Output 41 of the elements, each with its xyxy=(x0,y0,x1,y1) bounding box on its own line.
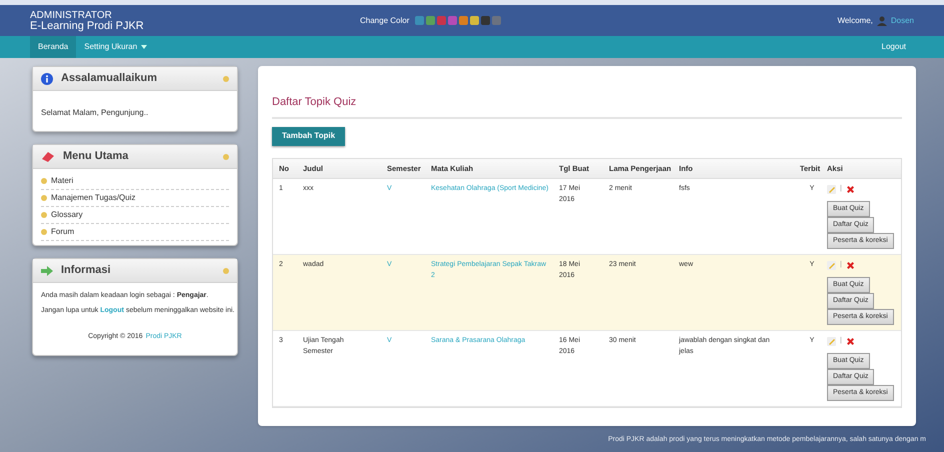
bullet-icon xyxy=(223,154,229,160)
edit-icon[interactable] xyxy=(827,261,836,270)
eraser-icon xyxy=(41,150,55,162)
color-swatch[interactable] xyxy=(481,16,490,25)
bullet-icon xyxy=(223,268,229,274)
color-swatch[interactable] xyxy=(415,16,424,25)
arrow-icon xyxy=(41,266,53,276)
menu-item[interactable]: Glossary xyxy=(51,209,83,221)
page-title: Daftar Topik Quiz xyxy=(272,94,902,118)
panel-title: Menu Utama xyxy=(63,149,130,164)
color-swatch[interactable] xyxy=(426,16,436,25)
color-swatch[interactable] xyxy=(470,16,480,25)
menu-item[interactable]: Manajemen Tugas/Quiz xyxy=(51,192,136,204)
edit-icon[interactable] xyxy=(827,185,836,194)
color-swatch[interactable] xyxy=(492,16,502,25)
user-link[interactable]: Dosen xyxy=(890,14,914,26)
greeting-text: Selamat Malam, Pengunjung.. xyxy=(41,108,148,117)
add-topic-button[interactable]: Tambah Topik xyxy=(272,126,346,146)
bullet-icon xyxy=(41,178,47,184)
change-color-label: Change Color xyxy=(360,14,410,26)
bullet-icon xyxy=(41,195,47,201)
color-swatch[interactable] xyxy=(448,16,458,25)
bullet-icon xyxy=(41,212,47,218)
app-title: E-Learning Prodi PJKR xyxy=(30,20,145,32)
delete-icon[interactable] xyxy=(846,185,855,194)
edit-icon[interactable] xyxy=(827,337,836,346)
welcome-text: Welcome, xyxy=(837,14,873,26)
user-icon xyxy=(876,16,887,26)
delete-icon[interactable] xyxy=(846,337,855,346)
menu-item[interactable]: Forum xyxy=(51,226,74,238)
delete-icon[interactable] xyxy=(846,261,855,270)
bullet-icon xyxy=(223,76,229,82)
color-swatch[interactable] xyxy=(459,16,468,25)
bullet-icon xyxy=(41,229,47,235)
menu-item[interactable]: Materi xyxy=(51,175,74,187)
nav-tab[interactable]: Beranda xyxy=(30,36,76,58)
panel-title: Assalamuallaikum xyxy=(61,71,158,86)
panel-title: Informasi xyxy=(61,263,112,278)
info-icon xyxy=(41,72,53,84)
color-swatch[interactable] xyxy=(437,16,446,25)
role-label: ADMINISTRATOR xyxy=(30,10,113,20)
